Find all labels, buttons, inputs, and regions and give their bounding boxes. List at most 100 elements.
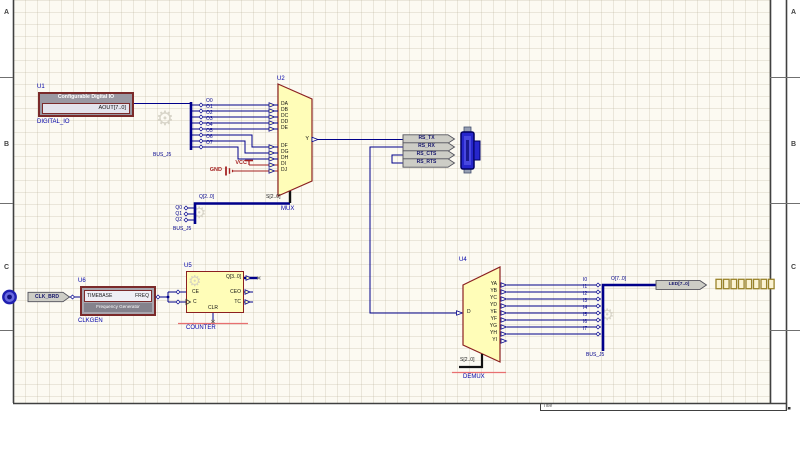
demux-pin-YE: YE (474, 310, 497, 315)
net-label-O0: O0 (206, 99, 213, 104)
bus-entry-diamond (596, 283, 600, 287)
net-label-O6: O6 (206, 135, 213, 140)
demux-select-label: S[2..0] (460, 358, 474, 363)
wire-freq-to-counter[interactable] (156, 292, 186, 302)
digital-io-name[interactable]: DIGITAL_IO (37, 119, 70, 125)
bus-led[interactable] (603, 285, 656, 351)
zone-letter-left-C: C (1, 264, 12, 271)
zone-letter-right-A: A (788, 9, 799, 16)
bus-entry-diamond (199, 133, 203, 137)
led-pad-3[interactable] (739, 279, 745, 288)
pin-arrow (269, 151, 275, 155)
led-bus-label: O[7..0] (611, 277, 626, 282)
led-pad-4[interactable] (746, 279, 752, 288)
pin-arrow (269, 145, 275, 149)
led-pad-2[interactable] (731, 279, 737, 288)
bus-name-label-1: BUS_J5 (153, 153, 171, 158)
bus-entry-diamond (596, 304, 600, 308)
demux-pin-d: D (467, 310, 471, 315)
port-label-rs_rx: RS_RX (404, 144, 449, 149)
net-label-Q0: Q0 (168, 206, 182, 211)
net-label-I0: I0 (583, 278, 587, 283)
db9-connector-icon[interactable] (461, 127, 480, 173)
led-pad-6[interactable] (761, 279, 767, 288)
mux-pin-DJ: DJ (281, 168, 287, 173)
net-label-O5: O5 (206, 129, 213, 134)
port-label-rs_rts: RS_RTS (404, 160, 449, 165)
wire-cts-rts-loop[interactable] (392, 155, 403, 163)
wire-rsrx-to-demux[interactable] (370, 147, 463, 313)
pin-arrow (501, 283, 507, 287)
pin-arrow (501, 290, 507, 294)
demux-pin-YH: YH (474, 331, 497, 336)
zone-letter-left-B: B (1, 141, 12, 148)
pin-arrow (501, 332, 507, 336)
bus-entry-diamond (596, 297, 600, 301)
pin-arrow (269, 157, 275, 161)
pin-arrow (501, 311, 507, 315)
net-label-I1: I1 (583, 285, 587, 290)
demux-d-pin-arrow (457, 311, 463, 315)
junction-dot (167, 296, 170, 299)
zone-dividers (0, 78, 800, 331)
net-label-Q2: Q2 (168, 218, 182, 223)
demux-pin-YB: YB (474, 289, 497, 294)
net-label-Q1: Q1 (168, 212, 182, 217)
led-pad-7[interactable] (769, 279, 775, 288)
pin-arrow (501, 318, 507, 322)
bus-entry-diamond (199, 103, 203, 107)
net-label-I7: I7 (583, 327, 587, 332)
digital-io-designator[interactable]: U1 (37, 84, 45, 90)
sheet-border (13, 0, 787, 410)
net-label-I6: I6 (583, 320, 587, 325)
bus-entry-diamond (176, 290, 180, 294)
bus-entry-diamond (184, 212, 188, 216)
select-bus-label: Q[2..0] (199, 195, 214, 200)
mux-pin-DE: DE (281, 126, 288, 131)
net-label-I3: I3 (583, 299, 587, 304)
net-label-O7: O7 (206, 141, 213, 146)
bus-entry-diamond (199, 115, 203, 119)
net-label-O4: O4 (206, 123, 213, 128)
demux-pin-YF: YF (474, 317, 497, 322)
pin-arrow (269, 121, 275, 125)
clkgen-designator[interactable]: U6 (78, 278, 86, 284)
demux-pin-YC: YC (474, 296, 497, 301)
net-label-I4: I4 (583, 306, 587, 311)
zone-letter-left-A: A (1, 9, 12, 16)
port-label-rs_tx: RS_TX (404, 136, 449, 141)
counter-designator[interactable]: U5 (184, 263, 192, 269)
gnd-label: GND (202, 168, 222, 174)
demux-pin-YD: YD (474, 303, 497, 308)
bus-name-label-3: BUS_J5 (586, 353, 604, 358)
clkgen-name[interactable]: CLKGEN (78, 318, 103, 324)
bus-select[interactable] (195, 204, 290, 225)
bus-entry-diamond (199, 139, 203, 143)
mux-name[interactable]: MUX (281, 206, 294, 212)
mux-select-label: S[2..0] (266, 195, 280, 200)
net-label-O3: O3 (206, 117, 213, 122)
led-pad-0[interactable] (716, 279, 722, 288)
counter-pins[interactable] (186, 276, 261, 323)
led-pad-5[interactable] (754, 279, 760, 288)
bus-entry-diamond (596, 332, 600, 336)
pin-arrow (269, 127, 275, 131)
pin-arrow (501, 297, 507, 301)
bus-entry-diamond (184, 206, 188, 210)
bus-entry-diamond (199, 109, 203, 113)
mux-designator[interactable]: U2 (277, 76, 285, 82)
bus-entry-diamond (596, 290, 600, 294)
pin-arrow (501, 304, 507, 308)
mux-pin-y: Y (294, 137, 309, 143)
pin-arrow (269, 169, 275, 173)
pin-arrow (269, 103, 275, 107)
pin-arrow (269, 109, 275, 113)
led-pad-1[interactable] (724, 279, 730, 288)
bus-entry-diamond (596, 325, 600, 329)
demux-designator[interactable]: U4 (459, 257, 467, 263)
counter-name[interactable]: COUNTER (186, 325, 216, 331)
net-label-I2: I2 (583, 292, 587, 297)
zone-letter-right-C: C (788, 264, 799, 271)
clk-source-icon-core (7, 295, 12, 300)
demux-name[interactable]: DEMUX (463, 374, 485, 380)
